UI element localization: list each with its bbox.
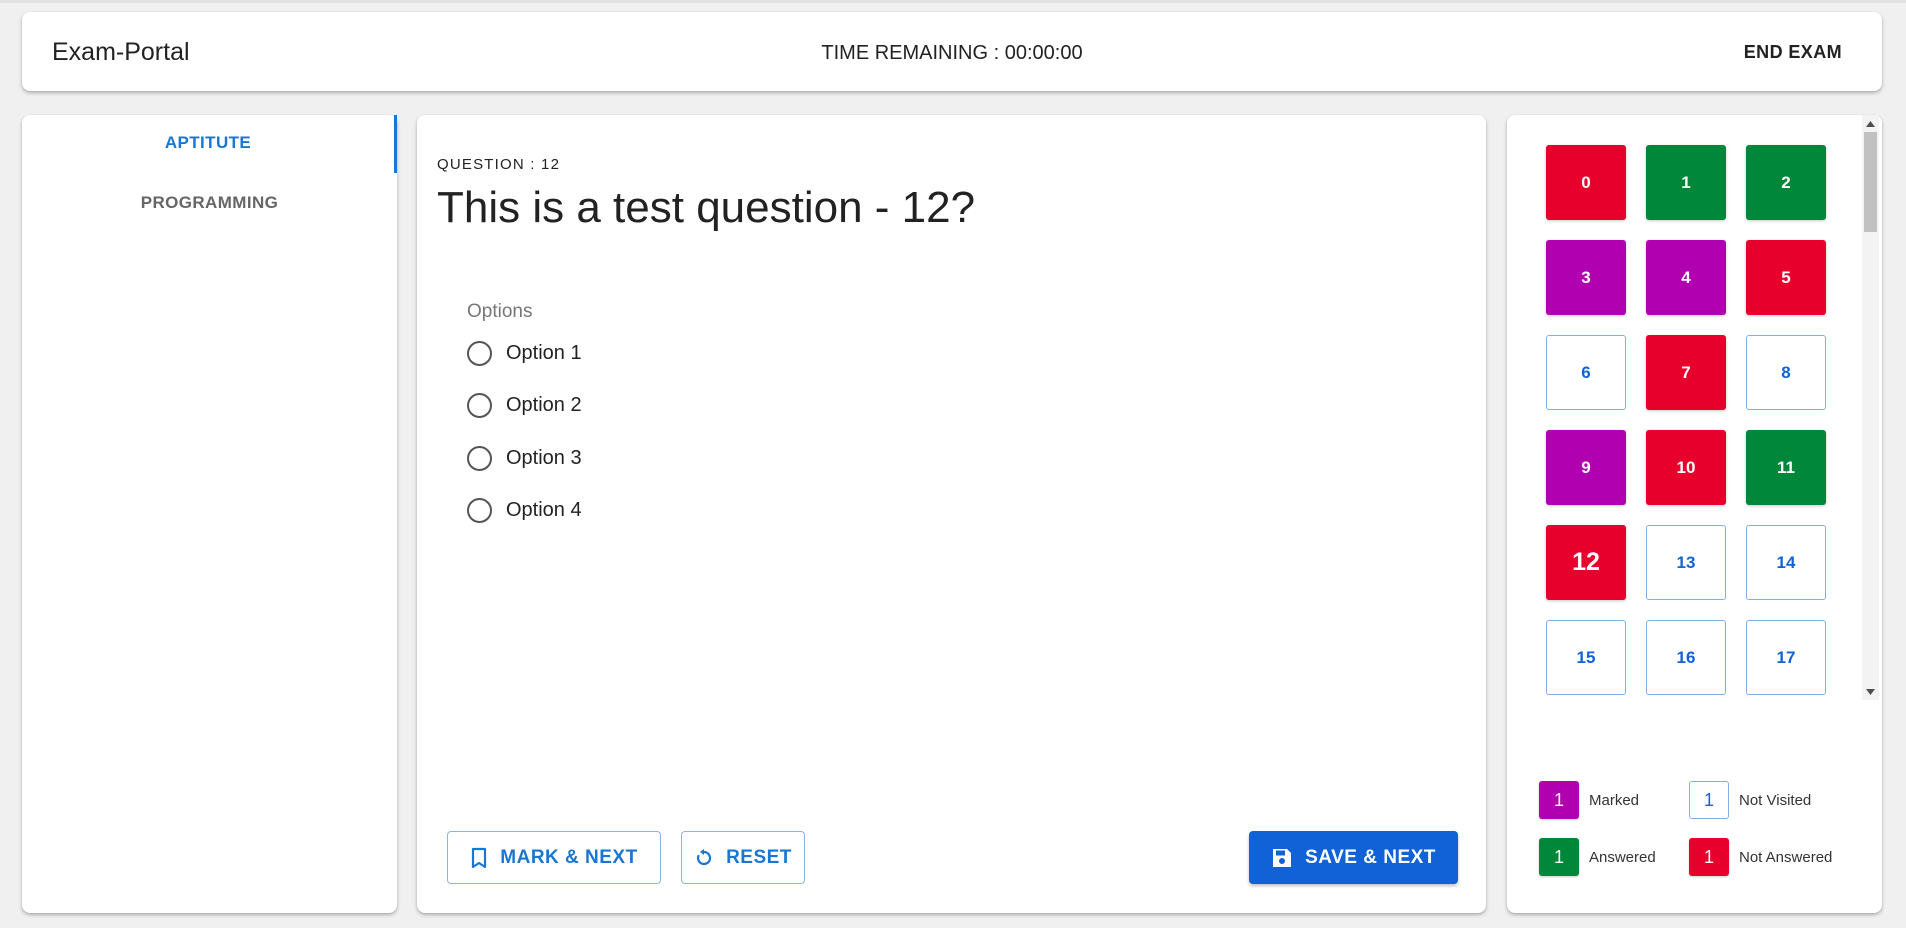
question-3-button[interactable]: 3: [1546, 240, 1626, 315]
question-12-button[interactable]: 12: [1546, 525, 1626, 600]
option-4[interactable]: Option 4: [467, 495, 582, 525]
question-5-button[interactable]: 5: [1746, 240, 1826, 315]
timer-text: TIME REMAINING : 00:00:00: [821, 42, 1083, 64]
question-13-button[interactable]: 13: [1646, 525, 1726, 600]
time-remaining: TIME REMAINING : 00:00:00: [22, 42, 1882, 65]
option-label: Option 3: [506, 446, 582, 469]
legend-not-answered: 1 Not Answered: [1689, 838, 1832, 876]
question-number: QUESTION : 12: [437, 156, 561, 173]
reset-label: RESET: [726, 846, 792, 868]
radio-button[interactable]: [467, 497, 492, 523]
radio-button[interactable]: [467, 445, 492, 471]
save-next-button[interactable]: SAVE & NEXT: [1249, 831, 1458, 884]
legend-not-answered-label: Not Answered: [1739, 848, 1833, 866]
legend-answered-count: 1: [1539, 838, 1579, 876]
question-15-button[interactable]: 15: [1546, 620, 1626, 695]
bookmark-icon: [472, 847, 487, 868]
end-exam-button[interactable]: END EXAM: [1744, 42, 1842, 63]
legend-not-answered-count: 1: [1689, 838, 1729, 876]
question-0-button[interactable]: 0: [1546, 145, 1626, 220]
question-16-button[interactable]: 16: [1646, 620, 1726, 695]
reset-button[interactable]: RESET: [681, 831, 805, 884]
mark-next-label: MARK & NEXT: [500, 846, 638, 868]
save-next-label: SAVE & NEXT: [1305, 846, 1436, 868]
refresh-icon: [696, 848, 712, 865]
option-label: Option 1: [506, 341, 582, 364]
question-title: This is a test question - 12?: [437, 183, 976, 232]
legend-answered: 1 Answered: [1539, 838, 1656, 876]
option-label: Option 2: [506, 393, 582, 416]
scroll-up-arrow[interactable]: [1862, 115, 1879, 132]
top-divider: [0, 0, 1906, 3]
legend-not-visited: 1 Not Visited: [1689, 781, 1811, 819]
tab-aptitute-label: APTITUTE: [164, 133, 252, 152]
question-2-button[interactable]: 2: [1746, 145, 1826, 220]
app-header: Exam-Portal TIME REMAINING : 00:00:00 EN…: [22, 12, 1882, 91]
question-11-button[interactable]: 11: [1746, 430, 1826, 505]
tab-aptitute[interactable]: APTITUTE: [22, 115, 397, 173]
radio-button[interactable]: [467, 392, 492, 418]
option-1[interactable]: Option 1: [467, 338, 582, 368]
question-9-button[interactable]: 9: [1546, 430, 1626, 505]
question-palette: 0 1 2 3 4 5 6 7 8 9 10 11 12 13 14 15 16 17 1 Marked 1 No…: [1507, 115, 1882, 913]
legend-not-visited-count: 1: [1689, 781, 1729, 819]
option-3[interactable]: Option 3: [467, 443, 582, 473]
question-1-button[interactable]: 1: [1646, 145, 1726, 220]
options-legend: Options: [467, 301, 533, 322]
question-14-button[interactable]: 14: [1746, 525, 1826, 600]
question-7-button[interactable]: 7: [1646, 335, 1726, 410]
floppy-disk-icon: [1273, 848, 1292, 867]
tab-programming[interactable]: PROGRAMMING: [22, 175, 397, 233]
palette-scrollbar[interactable]: [1862, 115, 1879, 700]
section-sidebar: APTITUTE PROGRAMMING: [22, 115, 397, 913]
option-2[interactable]: Option 2: [467, 390, 582, 420]
question-4-button[interactable]: 4: [1646, 240, 1726, 315]
tab-programming-label: PROGRAMMING: [140, 193, 279, 212]
question-grid: 0 1 2 3 4 5 6 7 8 9 10 11 12 13 14 15 16 17: [1507, 115, 1862, 700]
question-10-button[interactable]: 10: [1646, 430, 1726, 505]
scroll-down-arrow[interactable]: [1862, 683, 1879, 700]
caret-up-icon: [1866, 120, 1875, 127]
scroll-thumb[interactable]: [1864, 132, 1877, 232]
legend-marked-label: Marked: [1589, 791, 1640, 809]
legend-marked: 1 Marked: [1539, 781, 1639, 819]
question-6-button[interactable]: 6: [1546, 335, 1626, 410]
question-8-button[interactable]: 8: [1746, 335, 1826, 410]
option-label: Option 4: [506, 498, 582, 521]
caret-down-icon: [1866, 688, 1875, 695]
legend-marked-count: 1: [1539, 781, 1579, 819]
legend-not-visited-label: Not Visited: [1739, 791, 1812, 809]
mark-next-button[interactable]: MARK & NEXT: [447, 831, 661, 884]
question-17-button[interactable]: 17: [1746, 620, 1826, 695]
legend-answered-label: Answered: [1589, 848, 1656, 866]
question-panel: QUESTION : 12 This is a test question - …: [417, 115, 1486, 913]
radio-button[interactable]: [467, 340, 492, 366]
